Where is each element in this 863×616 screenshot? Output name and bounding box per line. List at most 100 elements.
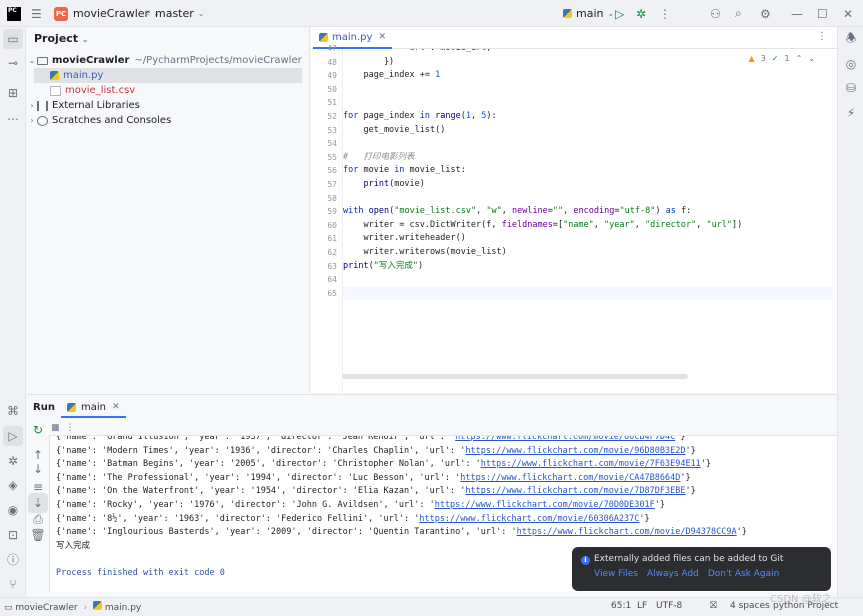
code-line[interactable] <box>343 192 832 205</box>
readonly-toggle-icon[interactable]: ⛝ <box>710 601 717 611</box>
code-line[interactable] <box>343 286 832 300</box>
notifications-button[interactable]: 🕭 <box>841 29 861 49</box>
code-line[interactable] <box>343 96 832 109</box>
code-line[interactable]: print(movie) <box>343 178 832 191</box>
horizontal-scrollbar[interactable] <box>342 374 688 379</box>
close-icon[interactable]: ✕ <box>112 402 120 412</box>
clear-button[interactable]: 🗑 <box>28 525 48 545</box>
code-line[interactable]: page_index += 1 <box>343 69 832 82</box>
more-vertical-icon[interactable]: ⋮ <box>66 423 75 433</box>
caret-position[interactable]: 65:1 <box>611 601 631 611</box>
code-line[interactable]: get_movie_list() <box>343 124 832 137</box>
tree-item-movie-list-csv[interactable]: movie_list.csv <box>34 83 317 98</box>
play-icon: ▷ <box>615 6 625 21</box>
project-switcher[interactable]: PC movieCrawler ⌄ <box>54 0 160 27</box>
line-number: 52 <box>327 112 337 121</box>
code-line[interactable]: }) <box>343 56 832 69</box>
branch-switcher[interactable]: ⑂ master ⌄ <box>145 0 205 27</box>
more-actions-button[interactable]: ⋮ <box>659 0 671 27</box>
left-tool-stripe: ▭ ⊸ ⊞ ⋯ ⌘ ▷ ✲ ◈ ◉ ⊡ ⓘ ⑂ <box>0 27 26 597</box>
tab-main-py[interactable]: main.py ✕ <box>313 27 392 49</box>
console-line: {'name': 'Inglourious Basterds', 'year':… <box>56 526 747 539</box>
layers-tool-button[interactable]: ◈ <box>3 475 23 495</box>
console-url-link[interactable]: https://www.flickchart.com/movie/70D0DE3… <box>435 500 655 510</box>
debug-tool-button[interactable]: ✲ <box>3 451 23 471</box>
run-tool-button[interactable]: ▷ <box>3 426 23 446</box>
gear-icon: ⚙ <box>760 6 771 21</box>
notification-message: Externally added files can be added to G… <box>594 554 784 564</box>
close-button[interactable]: ✕ <box>843 0 853 27</box>
code-line[interactable] <box>343 83 832 96</box>
problems-tool-button[interactable]: ⓘ <box>3 549 23 569</box>
more-vertical-icon[interactable]: ⋮ <box>817 31 827 42</box>
run-tab-main[interactable]: main ✕ <box>61 398 126 418</box>
file-encoding[interactable]: UTF-8 <box>656 601 682 611</box>
sciview-button[interactable]: ⚡ <box>841 103 861 123</box>
run-config-selector[interactable]: main ⌄ <box>563 0 614 27</box>
view-files-link[interactable]: View Files <box>594 569 638 579</box>
line-separator[interactable]: LF <box>637 601 647 611</box>
project-tool-button[interactable]: ▭ <box>3 29 23 49</box>
trash-icon: 🗑 <box>30 528 46 542</box>
code-line[interactable] <box>343 137 832 150</box>
tree-item-main-py[interactable]: main.py <box>34 68 302 83</box>
debug-button[interactable]: ✲ <box>636 0 646 27</box>
console-url-link[interactable]: https://www.flickchart.com/movie/7D87DF3… <box>465 486 685 496</box>
project-panel-header[interactable]: Project ⌄ <box>34 32 89 45</box>
code-line[interactable]: writer.writeheader() <box>343 232 832 245</box>
code-line[interactable]: for movie in movie_list: <box>343 164 832 177</box>
main-menu-icon[interactable]: ☰ <box>31 0 42 27</box>
commit-tool-button[interactable]: ⊸ <box>3 53 23 73</box>
scroll-down-button[interactable]: ↓ <box>28 459 48 479</box>
services-tool-button[interactable]: ◉ <box>3 500 23 520</box>
tree-item-external-libraries[interactable]: › External Libraries <box>27 98 310 113</box>
console-url-link[interactable]: https://www.flickchart.com/movie/CA47B86… <box>460 473 680 483</box>
console-url-link[interactable]: https://www.flickchart.com/movie/60306A2… <box>419 514 639 524</box>
console-text: {'name': 'Inglourious Basterds', 'year':… <box>56 527 517 538</box>
navigation-bar[interactable]: ▭ movieCrawler › main.py <box>4 601 141 613</box>
git-tool-button[interactable]: ⑂ <box>3 574 23 594</box>
console-url-link[interactable]: https://www.flickchart.com/movie/60CB4F7… <box>455 436 675 442</box>
python-file-icon <box>67 402 76 412</box>
console-line: {'name': 'Rocky', 'year': '1976', 'direc… <box>56 499 665 512</box>
add-user-button[interactable]: ⚇ <box>710 0 721 27</box>
code-line[interactable]: with open("movie_list.csv", "w", newline… <box>343 205 832 218</box>
search-button[interactable]: ⌕ <box>735 0 742 27</box>
line-number: 60 <box>327 220 337 230</box>
branch-icon: ⑂ <box>145 8 151 19</box>
python-packages-button[interactable]: ⌘ <box>3 401 23 421</box>
close-icon[interactable]: ✕ <box>378 32 386 42</box>
code-line[interactable]: writer = csv.DictWriter(f, fieldnames=["… <box>343 219 832 232</box>
indent-setting[interactable]: 4 spaces <box>730 601 770 611</box>
console-url-link[interactable]: https://www.flickchart.com/movie/D94378C… <box>517 527 737 537</box>
terminal-tool-button[interactable]: ⊡ <box>3 525 23 545</box>
code-line[interactable]: 'url': movie_url, <box>343 49 832 55</box>
code-area[interactable]: 'url': movie_url, }) page_index += 1 for … <box>342 49 832 393</box>
ai-assistant-button[interactable]: ◎ <box>841 54 861 74</box>
code-line[interactable]: print("写入完成") <box>343 260 832 273</box>
tree-item-scratches[interactable]: › Scratches and Consoles <box>27 113 310 128</box>
code-line[interactable]: writer.writerows(movie_list) <box>343 246 832 259</box>
structure-tool-button[interactable]: ⊞ <box>3 83 23 103</box>
stop-icon[interactable]: ■ <box>51 423 60 433</box>
maximize-button[interactable]: ☐ <box>817 0 828 27</box>
console-text: {'name': '8½', 'year': '1963', 'director… <box>56 513 420 524</box>
console-url-link[interactable]: https://www.flickchart.com/movie/96D80B3… <box>465 446 685 456</box>
console-text: {'name': 'Rocky', 'year': '1976', 'direc… <box>56 500 435 510</box>
rerun-button[interactable]: ↻ <box>28 420 48 440</box>
always-add-link[interactable]: Always Add <box>647 569 699 579</box>
chevron-right-icon: › <box>83 603 88 613</box>
scratches-icon <box>37 115 48 126</box>
code-line[interactable]: for page_index in range(1, 5): <box>343 110 832 123</box>
tree-item-project-root[interactable]: ⌄ movieCrawler ~/PycharmProjects/movieCr… <box>27 53 310 68</box>
code-line[interactable]: # 打印电影列表 <box>343 151 832 164</box>
minimize-button[interactable]: — <box>791 0 803 27</box>
more-tools-button[interactable]: ⋯ <box>3 109 23 129</box>
dont-ask-again-link[interactable]: Don't Ask Again <box>708 569 780 579</box>
run-button[interactable]: ▷ <box>615 0 624 27</box>
console-url-link[interactable]: https://www.flickchart.com/movie/7F63E94… <box>481 459 701 469</box>
settings-button[interactable]: ⚙ <box>760 0 771 27</box>
database-button[interactable]: ⛁ <box>841 78 861 98</box>
code-line[interactable] <box>343 273 832 286</box>
line-number: 49 <box>327 71 337 81</box>
